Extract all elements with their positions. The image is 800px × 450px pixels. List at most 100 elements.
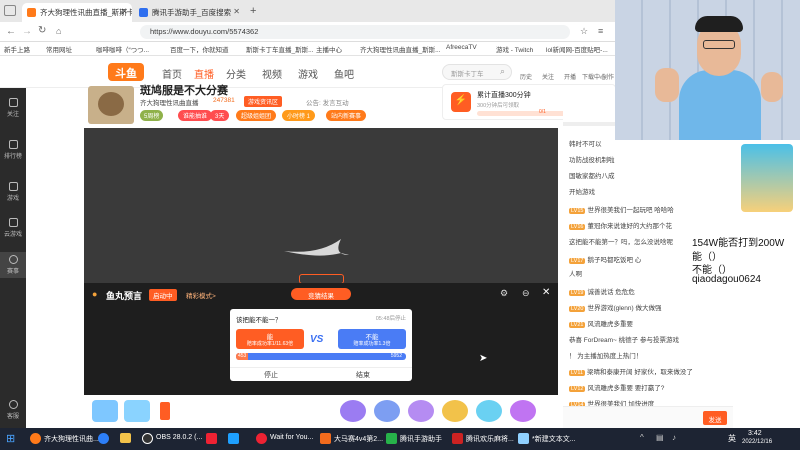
streamer-name[interactable]: 齐大狗理性讯曲直播 (140, 97, 199, 107)
tab-baidu[interactable]: 腾讯手游助手_百度搜索 ✕ (134, 3, 244, 22)
task-game[interactable]: 大马赛4v4第2... (320, 431, 383, 447)
rank-badge[interactable]: 5周榜 (140, 110, 164, 121)
streamer-avatar[interactable] (88, 86, 134, 124)
new-tab-icon[interactable]: + (250, 5, 256, 17)
start-stream-link[interactable]: 开播 (564, 72, 576, 81)
network-icon[interactable]: ▤ (656, 433, 664, 442)
tray-chevron-icon[interactable]: ^ (640, 433, 644, 442)
gift-item[interactable] (374, 400, 400, 422)
bookmark-item[interactable]: 游戏 - Twitch (496, 44, 533, 54)
gift-item[interactable] (340, 400, 366, 422)
chip-days[interactable]: 3天 (210, 110, 230, 121)
nav-video[interactable]: 视频 (262, 66, 282, 81)
close-icon[interactable]: ✕ (121, 7, 128, 16)
bookmark-item[interactable]: 齐大狗理性讯曲直播_斯斯... (360, 44, 441, 54)
send-button[interactable]: 发送 (703, 411, 727, 425)
bookmark-item[interactable]: 百度一下，你就知道 (170, 44, 229, 54)
chip-grab[interactable]: 谁能抽谁 (178, 110, 213, 121)
rail-rank[interactable]: 排行榜 (0, 140, 26, 160)
edge-icon[interactable] (98, 433, 109, 444)
chip-events[interactable]: 站内新赛事 (326, 110, 367, 121)
close-icon[interactable]: ✕ (233, 7, 240, 16)
app-icon[interactable] (206, 433, 217, 444)
nav-games[interactable]: 游戏 (298, 66, 318, 81)
star-icon[interactable]: ☆ (580, 26, 588, 37)
back-icon[interactable]: ← (6, 26, 16, 37)
windows-start-icon[interactable]: ⊞ (6, 432, 15, 445)
volume-icon[interactable]: ♪ (672, 433, 676, 442)
option-b-button[interactable]: 不能 赔率成功率1.3倍 (338, 329, 406, 349)
game-icon (320, 433, 331, 444)
option-a-amount: 453 (238, 353, 247, 359)
refresh-icon[interactable]: ↻ (38, 25, 46, 36)
nav-live[interactable]: 直播 (194, 66, 214, 81)
follow-link[interactable]: 关注 (542, 72, 554, 81)
language-indicator[interactable]: 英 (728, 433, 736, 444)
task-tencent-assistant[interactable]: 腾讯手游助手 (386, 431, 444, 447)
menu-icon[interactable]: ≡ (598, 26, 603, 36)
rail-events[interactable]: 赛事 (0, 252, 26, 278)
gamepad-icon (8, 182, 18, 191)
settings-icon[interactable]: ⚙ (500, 288, 508, 299)
option-a-button[interactable]: 能 赔率成功率1/11.63倍 (236, 329, 304, 349)
clock-time[interactable]: 3:42 (748, 430, 762, 437)
stop-button[interactable]: 停止 (264, 370, 278, 380)
nav-home[interactable]: 首页 (162, 66, 182, 81)
folder-icon[interactable] (120, 433, 131, 443)
bookmark-item[interactable]: 新手上路 (4, 44, 30, 54)
task-obs[interactable]: OBS 28.0.2 (... (142, 431, 202, 447)
task-mahjong[interactable]: 腾讯欢乐麻将... (452, 431, 514, 447)
user-level-badge: LV16 (569, 224, 586, 230)
chat-message: 这把能不能第一？吗，怎么没说啥呢 (569, 236, 673, 246)
chat-input-bar[interactable]: 发送 (563, 406, 733, 428)
gift-flag-icon[interactable] (160, 402, 170, 420)
chip-super-team[interactable]: 超级姐姐团 (236, 110, 277, 121)
rail-follow[interactable]: 关注 (0, 98, 26, 118)
bookmark-item[interactable]: 斯斯卡丁车直播_斯斯... (246, 44, 314, 54)
gift-item[interactable] (442, 400, 468, 422)
clock-date[interactable]: 2022/12/16 (742, 439, 772, 445)
windows-taskbar: ⊞ 齐大狗理性讯曲... OBS 28.0.2 (... Wait for Yo… (0, 428, 800, 450)
cloud-icon (8, 218, 18, 227)
task-notepad[interactable]: *新建文本文... (518, 431, 576, 447)
douyu-logo[interactable]: 斗鱼 (108, 63, 144, 81)
task-label: 大马赛4v4第2... (334, 436, 384, 443)
gift-item[interactable] (92, 400, 118, 422)
create-link[interactable]: 创作 (602, 72, 614, 81)
nav-category[interactable]: 分类 (226, 66, 246, 81)
rail-cloud-games[interactable]: 云游戏 (0, 218, 26, 238)
bookmark-item[interactable]: 常用网址 (46, 44, 72, 54)
notice-subtitle: 300分钟后可领取 (477, 103, 520, 109)
app-icon[interactable] (228, 433, 239, 444)
history-link[interactable]: 历史 (520, 72, 532, 81)
rail-service[interactable]: 客服 (0, 400, 26, 420)
window-menu-icon[interactable] (4, 5, 16, 16)
prediction-mode[interactable]: 精彩模式> (186, 290, 216, 300)
result-button[interactable]: 竞猜结果 (291, 288, 351, 300)
gift-item[interactable] (476, 400, 502, 422)
url-field[interactable]: https://www.douyu.com/5574362 (140, 25, 570, 39)
gift-item[interactable] (408, 400, 434, 422)
chip-hour-rank[interactable]: 小时榜 1 (282, 110, 316, 121)
user-level-badge: LV11 (569, 370, 586, 376)
task-firefox[interactable]: 齐大狗理性讯曲... (30, 431, 99, 447)
minimize-icon[interactable]: ⊖ (522, 288, 530, 299)
gift-item[interactable] (124, 400, 150, 422)
bookmark-item[interactable]: lol新闻网-百度贴吧-... (546, 44, 612, 54)
bookmark-item[interactable]: AfreecaTV (446, 44, 477, 51)
rail-games[interactable]: 游戏 (0, 182, 26, 202)
nav-yuba[interactable]: 鱼吧 (334, 66, 354, 81)
bookmark-item[interactable]: 主播中心 (316, 44, 342, 54)
search-input[interactable]: 斯斯卡丁车 ⌕ (442, 64, 512, 80)
home-icon[interactable]: ⌂ (56, 26, 61, 36)
forward-icon[interactable]: → (22, 26, 32, 37)
task-netease-music[interactable]: Wait for You... (256, 431, 313, 447)
bookmark-item[interactable]: 咖啡咖啡（“つつ... (96, 44, 149, 54)
gift-item[interactable] (510, 400, 536, 422)
tab-douyu[interactable]: 齐大狗理性讯曲直播_斯斯卡丁车 ✕ (22, 3, 132, 22)
event-poster[interactable] (741, 144, 793, 212)
close-icon[interactable]: ✕ (542, 287, 550, 298)
search-icon[interactable]: ⌕ (500, 66, 505, 77)
end-button[interactable]: 结束 (356, 370, 370, 380)
category-tag[interactable]: 游戏资讯区 (244, 96, 283, 107)
